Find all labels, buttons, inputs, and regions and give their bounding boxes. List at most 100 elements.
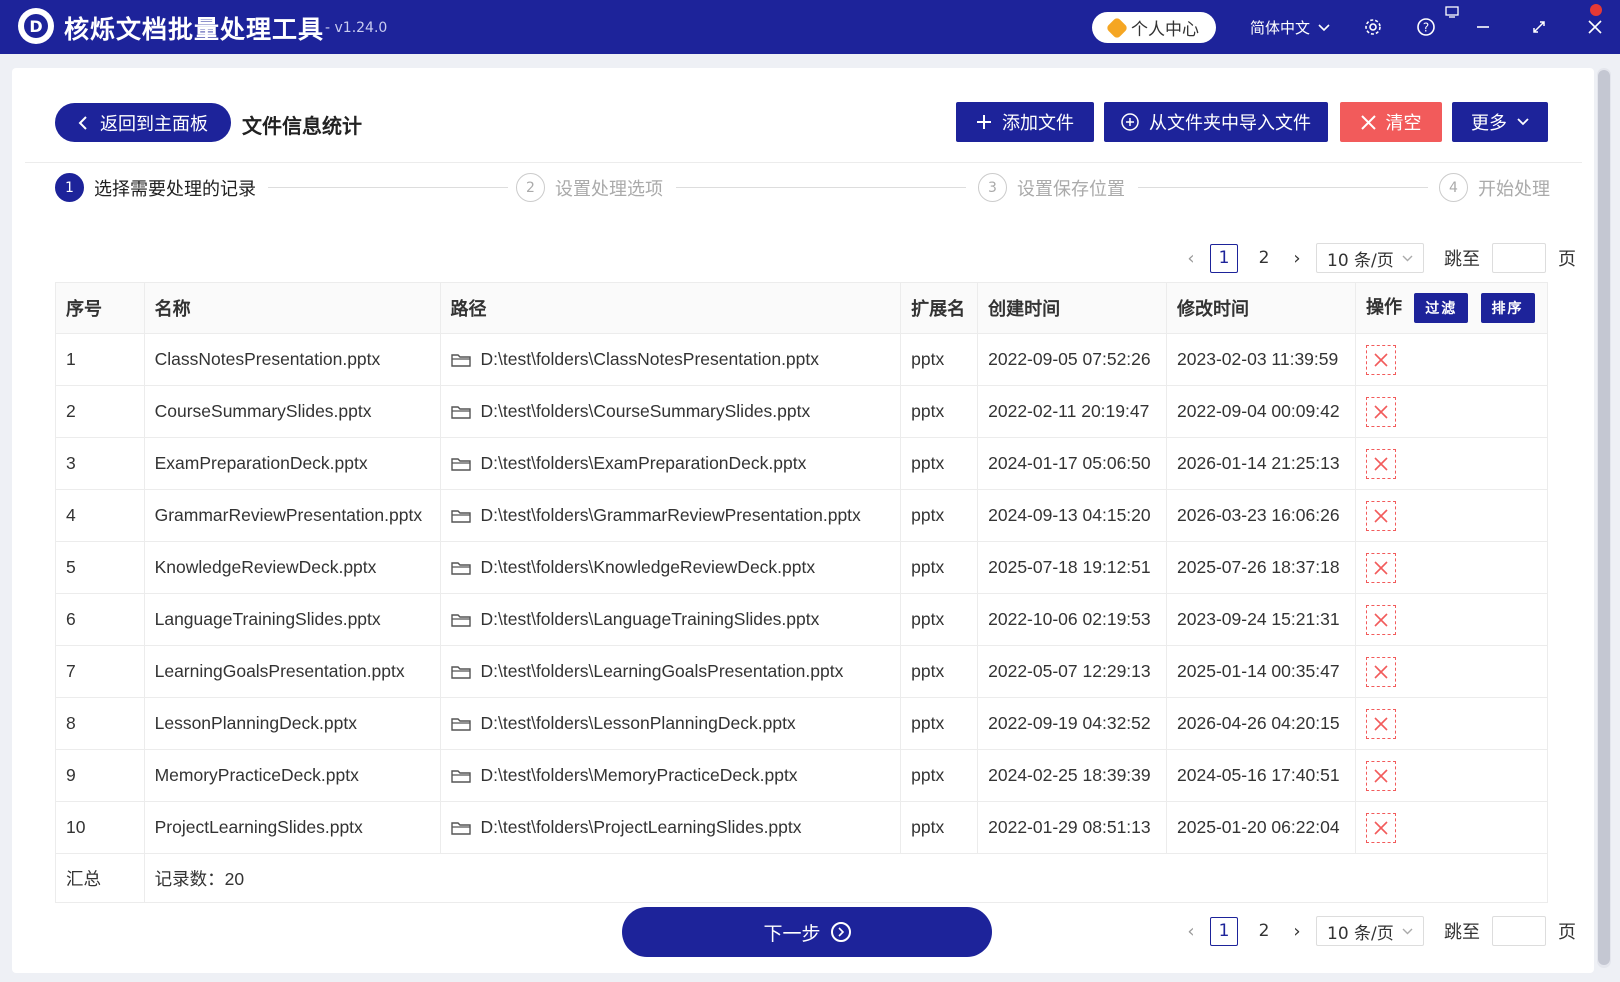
row-modified-time: 2023-09-24 15:21:31	[1166, 593, 1356, 646]
next-page-icon[interactable]: ›	[1290, 921, 1304, 942]
page-1[interactable]: 1	[1210, 243, 1238, 273]
column-header-name[interactable]: 名称	[144, 282, 441, 334]
row-path[interactable]: D:\test\folders\CourseSummarySlides.pptx	[481, 401, 811, 422]
column-header-path[interactable]: 路径	[440, 282, 902, 334]
row-path[interactable]: D:\test\folders\GrammarReviewPresentatio…	[481, 505, 861, 526]
more-button[interactable]: 更多	[1452, 102, 1548, 142]
summary-label: 汇总	[55, 853, 145, 903]
jump-label: 跳至	[1444, 249, 1480, 270]
minimize-icon[interactable]	[1470, 14, 1496, 40]
delete-row-button[interactable]	[1365, 604, 1396, 635]
table-row[interactable]: 5 KnowledgeReviewDeck.pptx D:\test\folders…	[55, 541, 1549, 594]
page-unit-label: 页	[1558, 249, 1576, 270]
gear-icon[interactable]	[1360, 14, 1386, 40]
jump-page-input[interactable]	[1492, 916, 1546, 946]
help-icon[interactable]: ?	[1413, 14, 1439, 40]
row-path[interactable]: D:\test\folders\MemoryPracticeDeck.pptx	[481, 765, 798, 786]
table-row[interactable]: 8 LessonPlanningDeck.pptx D:\test\folders\…	[55, 697, 1549, 750]
row-actions	[1355, 801, 1549, 854]
column-header-created[interactable]: 创建时间	[977, 282, 1168, 334]
row-extension: pptx	[900, 593, 979, 646]
profile-button[interactable]: 个人中心	[1092, 12, 1216, 43]
table-row[interactable]: 4 GrammarReviewPresentation.pptx D:\test\f…	[55, 489, 1549, 542]
row-file-name: MemoryPracticeDeck.pptx	[144, 749, 441, 802]
table-row[interactable]: 7 LearningGoalsPresentation.pptx D:\test\f…	[55, 645, 1549, 698]
page-size-label: 10 条/页	[1327, 250, 1394, 271]
pagination-bottom: ‹ 1 2 › 10 条/页 跳至 页	[1184, 916, 1576, 946]
row-path[interactable]: D:\test\folders\KnowledgeReviewDeck.pptx	[481, 557, 816, 578]
page-2[interactable]: 2	[1250, 917, 1278, 946]
folder-icon	[450, 769, 471, 783]
table-row[interactable]: 1 ClassNotesPresentation.pptx D:\test\fold…	[55, 333, 1549, 386]
table-row[interactable]: 3 ExamPreparationDeck.pptx D:\test\folders…	[55, 437, 1549, 490]
filter-button[interactable]: 过滤	[1414, 293, 1469, 323]
row-actions	[1355, 593, 1549, 646]
row-path[interactable]: D:\test\folders\LanguageTrainingSlides.p…	[481, 609, 820, 630]
table-row[interactable]: 10 ProjectLearningSlides.pptx D:\test\fold…	[55, 801, 1549, 854]
delete-row-button[interactable]	[1365, 812, 1396, 843]
delete-row-button[interactable]	[1365, 656, 1396, 687]
scrollbar-thumb[interactable]	[1598, 70, 1610, 965]
page-1[interactable]: 1	[1210, 916, 1238, 946]
column-header-modified[interactable]: 修改时间	[1166, 282, 1356, 334]
next-page-icon[interactable]: ›	[1290, 248, 1304, 269]
screen-icon[interactable]	[1443, 3, 1461, 21]
title-bar: D 核烁文档批量处理工具 - v1.24.0 个人中心 简体中文 ?	[0, 0, 1620, 54]
prev-page-icon[interactable]: ‹	[1184, 248, 1198, 269]
table-row[interactable]: 9 MemoryPracticeDeck.pptx D:\test\folders\…	[55, 749, 1549, 802]
next-step-label: 下一步	[763, 922, 821, 945]
app-version: - v1.24.0	[325, 20, 388, 36]
table-row[interactable]: 6 LanguageTrainingSlides.pptx D:\test\fold…	[55, 593, 1549, 646]
x-icon	[1374, 560, 1388, 575]
language-select[interactable]: 简体中文	[1250, 17, 1330, 38]
row-path-cell: D:\test\folders\KnowledgeReviewDeck.pptx	[440, 541, 902, 594]
clear-button[interactable]: 清空	[1340, 102, 1442, 142]
maximize-icon[interactable]	[1526, 14, 1552, 40]
row-path-cell: D:\test\folders\ProjectLearningSlides.pp…	[440, 801, 902, 854]
delete-row-button[interactable]	[1365, 396, 1396, 427]
row-path[interactable]: D:\test\folders\ClassNotesPresentation.p…	[481, 349, 820, 370]
x-icon	[1360, 114, 1376, 130]
row-path-cell: D:\test\folders\CourseSummarySlides.pptx	[440, 385, 902, 438]
page-size-select[interactable]: 10 条/页	[1316, 916, 1424, 946]
page-2[interactable]: 2	[1250, 244, 1278, 273]
delete-row-button[interactable]	[1365, 760, 1396, 791]
import-folder-button[interactable]: 从文件夹中导入文件	[1104, 102, 1328, 142]
sort-button[interactable]: 排序	[1480, 293, 1535, 323]
delete-row-button[interactable]	[1365, 448, 1396, 479]
folder-icon	[450, 561, 471, 575]
row-path[interactable]: D:\test\folders\ProjectLearningSlides.pp…	[481, 817, 802, 838]
page-unit-label: 页	[1558, 922, 1576, 943]
column-header-actions: 操作 过滤 排序	[1355, 282, 1549, 334]
step-connector	[676, 187, 966, 188]
row-path[interactable]: D:\test\folders\LearningGoalsPresentatio…	[481, 661, 844, 682]
jump-page-input[interactable]	[1492, 243, 1546, 273]
row-index: 6	[55, 593, 145, 646]
row-path[interactable]: D:\test\folders\LessonPlanningDeck.pptx	[481, 713, 796, 734]
row-file-name: LessonPlanningDeck.pptx	[144, 697, 441, 750]
delete-row-button[interactable]	[1365, 500, 1396, 531]
next-step-button[interactable]: 下一步	[622, 907, 992, 957]
row-modified-time: 2024-05-16 17:40:51	[1166, 749, 1356, 802]
row-created-time: 2024-09-13 04:15:20	[977, 489, 1168, 542]
row-created-time: 2025-07-18 19:12:51	[977, 541, 1168, 594]
row-file-name: ClassNotesPresentation.pptx	[144, 333, 441, 386]
row-created-time: 2024-02-25 18:39:39	[977, 749, 1168, 802]
row-path[interactable]: D:\test\folders\ExamPreparationDeck.pptx	[481, 453, 807, 474]
table-row[interactable]: 2 CourseSummarySlides.pptx D:\test\folders…	[55, 385, 1549, 438]
x-icon	[1374, 352, 1388, 367]
row-modified-time: 2023-02-03 11:39:59	[1166, 333, 1356, 386]
close-icon[interactable]	[1582, 14, 1608, 40]
column-header-ext[interactable]: 扩展名	[900, 282, 979, 334]
add-file-button[interactable]: 添加文件	[956, 102, 1094, 142]
prev-page-icon[interactable]: ‹	[1184, 921, 1198, 942]
delete-row-button[interactable]	[1365, 344, 1396, 375]
page-size-select[interactable]: 10 条/页	[1316, 243, 1424, 273]
step-connector	[1138, 187, 1428, 188]
delete-row-button[interactable]	[1365, 552, 1396, 583]
row-modified-time: 2026-01-14 21:25:13	[1166, 437, 1356, 490]
row-actions	[1355, 385, 1549, 438]
back-to-main-button[interactable]: 返回到主面板	[55, 103, 231, 142]
chevron-down-icon	[1318, 23, 1330, 31]
delete-row-button[interactable]	[1365, 708, 1396, 739]
